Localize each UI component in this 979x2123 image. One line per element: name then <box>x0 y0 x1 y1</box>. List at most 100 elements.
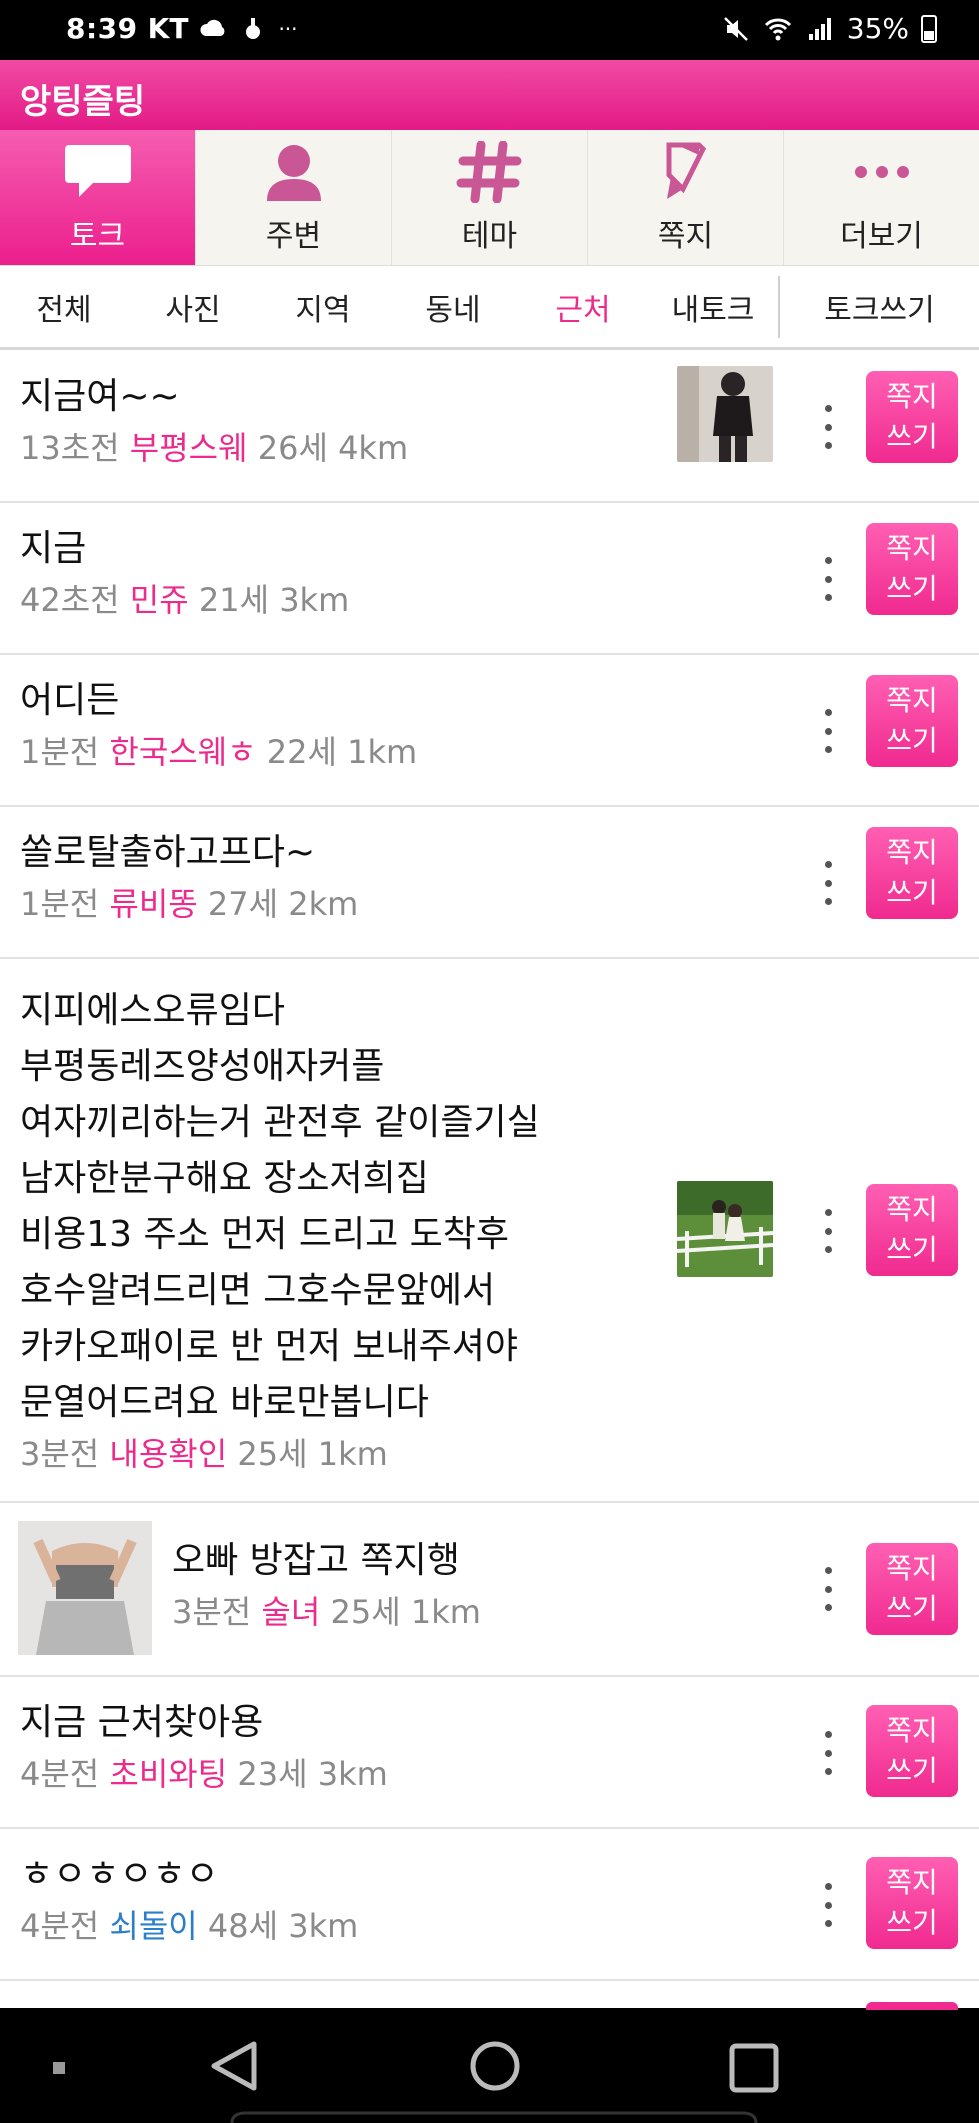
mute-icon <box>723 16 748 41</box>
post-distance: 1km <box>317 1435 388 1473</box>
send-note-button[interactable]: 쪽지 쓰기 <box>866 1543 958 1635</box>
status-carrier: KT <box>147 12 189 45</box>
list-item[interactable]: 지금 42초전 민쥬 21세 3km 쪽지 쓰기 <box>0 503 979 655</box>
send-note-button[interactable]: 쪽지 쓰기 <box>866 1857 958 1949</box>
tab-label: 주변 <box>265 218 322 254</box>
subtab-neighborhood[interactable]: 동네 <box>388 285 518 329</box>
post-nickname[interactable]: 류비똥 <box>109 885 197 923</box>
more-options-icon[interactable] <box>822 405 834 449</box>
more-options-icon[interactable] <box>822 1731 834 1775</box>
send-note-button[interactable]: 쪽지 쓰기 <box>866 1705 958 1797</box>
post-time: 42초전 <box>20 581 120 619</box>
tab-label: 토크 <box>69 218 126 254</box>
write-talk-button[interactable]: 토크쓰기 <box>780 285 979 329</box>
post-distance: 1km <box>410 1593 481 1631</box>
post-time: 3분전 <box>20 1435 100 1473</box>
post-distance: 1km <box>347 733 418 771</box>
post-photo[interactable] <box>18 1521 152 1655</box>
list-item[interactable]: 지피에스오류임다 부평동레즈양성애자커플 여자끼리하는거 관전후 같이즐기실 남… <box>0 959 979 1503</box>
post-title: 지금 근처찾아용 <box>20 1702 264 1743</box>
battery-percent: 35% <box>846 12 909 45</box>
post-nickname[interactable]: 쇠돌이 <box>109 1907 197 1945</box>
post-age: 48세 <box>207 1907 279 1945</box>
battery-icon <box>921 14 937 43</box>
post-meta: 4분전 쇠돌이 48세 3km <box>20 1903 358 1949</box>
post-nickname[interactable]: 초비와팅 <box>109 1755 227 1793</box>
wifi-icon <box>764 18 791 40</box>
post-title-line: 부평동레즈양성애자커플 <box>20 1046 385 1087</box>
post-title: 지금 <box>20 528 87 569</box>
list-item[interactable]: 쏠로탈출하고프다~ 1분전 류비똥 27세 2km 쪽지 쓰기 <box>0 807 979 959</box>
tab-label: 쪽지 <box>657 218 714 254</box>
send-note-button[interactable]: 쪽지 쓰기 <box>866 827 958 919</box>
post-photo[interactable] <box>677 366 773 462</box>
post-age: 21세 <box>198 581 270 619</box>
post-meta: 3분전 내용확인 25세 1km <box>20 1431 540 1477</box>
post-title-line: 카카오패이로 반 먼저 보내주셔야 <box>20 1326 519 1367</box>
more-options-icon[interactable] <box>822 861 834 905</box>
post-time: 13초전 <box>20 429 120 467</box>
list-item[interactable]: 지금여~~ 13초전 부평스웨 26세 4km 쪽지 쓰기 <box>0 351 979 503</box>
post-age: 23세 <box>237 1755 308 1793</box>
post-age: 25세 <box>237 1435 308 1473</box>
main-tabs: 토크 주변 테마 쪽지 더보기 <box>0 130 979 266</box>
subtab-nearby[interactable]: 근처 <box>518 285 648 329</box>
post-meta: 4분전 초비와팅 23세 3km <box>20 1751 388 1797</box>
list-item[interactable]: ㅎㅇㅎㅇㅎㅇ 4분전 쇠돌이 48세 3km 쪽지 쓰기 <box>0 1829 979 1981</box>
tab-theme[interactable]: 테마 <box>392 130 588 265</box>
post-title: 오빠 방잡고 쪽지행 <box>172 1540 460 1581</box>
list-item[interactable]: 어디든 1분전 한국스웨ㅎ 22세 1km 쪽지 쓰기 <box>0 655 979 807</box>
post-meta: 42초전 민쥬 21세 3km <box>20 577 349 623</box>
post-distance: 4km <box>338 429 409 467</box>
note-icon <box>651 141 721 203</box>
recent-apps-dot-icon[interactable] <box>53 2062 65 2074</box>
post-title-line: 남자한분구해요 장소저희집 <box>20 1158 429 1199</box>
send-note-button[interactable]: 쪽지 쓰기 <box>866 523 958 615</box>
post-title-line: 문열어드려요 바로만봅니다 <box>20 1382 429 1423</box>
tab-note[interactable]: 쪽지 <box>588 130 784 265</box>
post-time: 1분전 <box>20 733 100 771</box>
subtab-photo[interactable]: 사진 <box>128 285 258 329</box>
list-item[interactable]: 지금 근처찾아용 4분전 초비와팅 23세 3km 쪽지 쓰기 <box>0 1677 979 1829</box>
post-photo[interactable] <box>677 1181 773 1277</box>
post-title-line: 지피에스오류임다 <box>20 990 285 1031</box>
notification-icon <box>246 17 261 39</box>
subtab-my-talk[interactable]: 내토크 <box>648 285 778 329</box>
more-options-icon[interactable] <box>822 709 834 753</box>
back-icon[interactable] <box>211 2041 257 2091</box>
post-nickname[interactable]: 부평스웨 <box>130 429 248 467</box>
post-nickname[interactable]: 술녀 <box>261 1593 320 1631</box>
send-note-button[interactable]: 쪽지 쓰기 <box>866 371 958 463</box>
post-age: 25세 <box>330 1593 401 1631</box>
post-nickname[interactable]: 한국스웨ㅎ <box>109 733 256 771</box>
more-options-icon[interactable] <box>822 1209 834 1253</box>
post-nickname[interactable]: 민쥬 <box>130 581 189 619</box>
post-distance: 3km <box>288 1907 359 1945</box>
send-note-button[interactable]: 쪽지 쓰기 <box>866 1184 958 1276</box>
post-meta: 1분전 류비똥 27세 2km <box>20 881 358 927</box>
post-meta: 1분전 한국스웨ㅎ 22세 1km <box>20 729 417 775</box>
chat-bubble-icon <box>63 141 133 203</box>
subtab-all[interactable]: 전체 <box>0 285 128 329</box>
tab-nearby[interactable]: 주변 <box>196 130 392 265</box>
list-item[interactable]: 오빠 방잡고 쪽지행 3분전 술녀 25세 1km 쪽지 쓰기 <box>0 1503 979 1677</box>
signal-icon <box>808 17 831 40</box>
more-options-icon[interactable] <box>822 557 834 601</box>
home-icon[interactable] <box>470 2041 520 2091</box>
overview-icon[interactable] <box>729 2043 779 2093</box>
app-bar: 앙팅즐팅 <box>0 60 979 130</box>
sub-tabs: 전체 사진 지역 동네 근처 내토크 토크쓰기 <box>0 266 979 350</box>
subtab-region[interactable]: 지역 <box>258 285 388 329</box>
post-nickname[interactable]: 내용확인 <box>109 1435 227 1473</box>
post-title-line: 여자끼리하는거 관전후 같이즐기실 <box>20 1102 540 1143</box>
tab-more[interactable]: 더보기 <box>784 130 979 265</box>
more-options-icon[interactable] <box>822 1883 834 1927</box>
post-title: 쏠로탈출하고프다~ <box>20 832 316 873</box>
tab-label: 더보기 <box>840 218 923 254</box>
post-age: 27세 <box>207 885 279 923</box>
status-bar: 8:39 KT ··· 35% <box>0 0 979 60</box>
tab-talk[interactable]: 토크 <box>0 130 196 265</box>
more-options-icon[interactable] <box>822 1567 834 1611</box>
send-note-button[interactable]: 쪽지 쓰기 <box>866 675 958 767</box>
post-title: ㅎㅇㅎㅇㅎㅇ <box>20 1854 219 1895</box>
